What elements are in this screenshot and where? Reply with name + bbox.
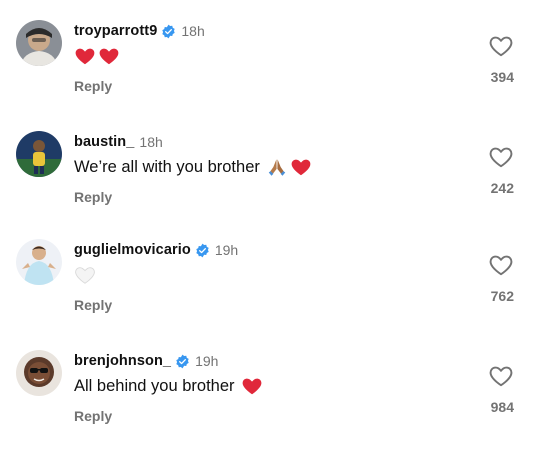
- comment-item: brenjohnson_ 19h All behind you brother …: [0, 350, 540, 460]
- reply-button[interactable]: Reply: [74, 189, 112, 205]
- red-heart-icon: [290, 156, 312, 178]
- like-count: 762: [490, 288, 514, 304]
- like-heart-icon[interactable]: [488, 33, 514, 59]
- red-heart-icon: [241, 375, 263, 397]
- comment-body: We’re all with you brother: [74, 157, 260, 176]
- red-heart-icon: [98, 45, 120, 67]
- folded-hands-icon: [266, 156, 288, 178]
- username[interactable]: baustin_: [74, 134, 134, 150]
- timestamp: 19h: [214, 242, 239, 258]
- timestamp: 18h: [181, 23, 205, 39]
- verified-badge-icon: [161, 24, 176, 39]
- like-count: 984: [490, 399, 514, 415]
- like-count: 242: [490, 180, 514, 196]
- white-heart-icon: [74, 264, 96, 286]
- reply-button[interactable]: Reply: [74, 408, 112, 424]
- comment-text: All behind you brother: [74, 375, 263, 397]
- comment-body: All behind you brother: [74, 376, 235, 395]
- like-heart-icon[interactable]: [488, 144, 514, 170]
- comment-item: troyparrott9 18h Reply 394: [0, 20, 540, 130]
- avatar[interactable]: [16, 20, 62, 66]
- verified-badge-icon: [195, 243, 210, 258]
- username[interactable]: troyparrott9: [74, 23, 157, 39]
- comment-item: guglielmovicario 19h Reply 762: [0, 239, 540, 349]
- comment-text: We’re all with you brother: [74, 156, 312, 178]
- username[interactable]: guglielmovicario: [74, 242, 191, 258]
- username[interactable]: brenjohnson_: [74, 353, 171, 369]
- verified-badge-icon: [175, 354, 190, 369]
- timestamp: 19h: [195, 353, 219, 369]
- avatar[interactable]: [16, 350, 62, 396]
- avatar[interactable]: [16, 131, 62, 177]
- comment-item: baustin_ 18h We’re all with you brother …: [0, 131, 540, 241]
- timestamp: 18h: [139, 134, 163, 150]
- like-heart-icon[interactable]: [488, 363, 514, 389]
- red-heart-icon: [74, 45, 96, 67]
- avatar[interactable]: [16, 239, 62, 285]
- like-heart-icon[interactable]: [488, 252, 514, 278]
- like-count: 394: [490, 69, 514, 85]
- reply-button[interactable]: Reply: [74, 297, 112, 313]
- reply-button[interactable]: Reply: [74, 78, 112, 94]
- comment-text: [74, 45, 120, 67]
- comment-text: [74, 264, 96, 286]
